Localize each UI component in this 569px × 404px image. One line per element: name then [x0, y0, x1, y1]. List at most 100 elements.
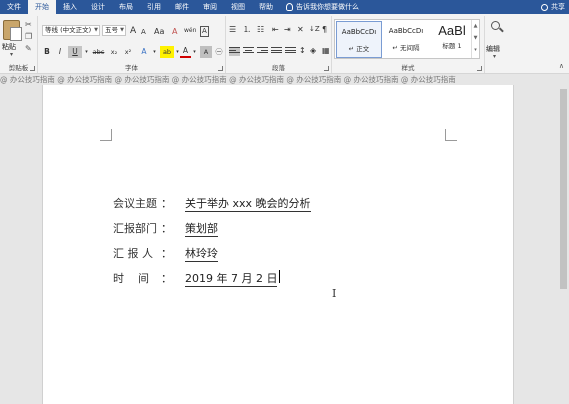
scrollbar-thumb[interactable] — [560, 89, 567, 289]
font-group-label: 字体 — [125, 64, 138, 72]
text-effects-dropdown-icon[interactable]: ▾ — [152, 46, 157, 58]
style-heading-1-name: 标题 1 — [442, 42, 462, 50]
align-center-icon[interactable] — [243, 47, 254, 56]
clipboard-launcher-icon[interactable] — [30, 66, 35, 71]
document-page[interactable]: 会议主题 ： 关于举办 xxx 晚会的分析 汇报部门 ： 策划部 汇 报 人 ：… — [42, 85, 514, 404]
increase-indent-icon[interactable]: ⇥ — [284, 24, 291, 35]
tab-mailings[interactable]: 邮件 — [168, 0, 196, 14]
font-color-dropdown-icon[interactable]: ▾ — [192, 46, 197, 58]
align-right-icon[interactable] — [257, 47, 268, 56]
tab-layout[interactable]: 布局 — [112, 0, 140, 14]
underline-button[interactable]: U — [68, 46, 82, 58]
time-value[interactable]: 2019 年 7 月 2 日 — [185, 271, 278, 287]
font-name-value: 等线 (中文正文) — [45, 26, 92, 34]
format-painter-icon[interactable]: ✎ — [25, 44, 32, 54]
sort-icon[interactable]: ↓Z — [309, 24, 320, 35]
copy-icon[interactable]: ❐ — [25, 32, 32, 42]
time-label: 时 间 — [113, 272, 149, 285]
department-label: 汇报部门 — [113, 222, 157, 235]
line-spacing-icon[interactable]: ↕ — [299, 45, 306, 56]
style-normal[interactable]: AaBbCcDı ↵ 正文 — [336, 21, 382, 58]
tell-me-search[interactable]: 告诉我你想要做什么 — [286, 2, 359, 12]
style-no-spacing[interactable]: AaBbCcDı ↵ 无间隔 — [383, 21, 429, 58]
change-case-icon[interactable]: Aa — [154, 26, 164, 37]
ribbon: 粘贴 ▾ ✂ ❐ ✎ 剪贴板 等线 (中文正文) ▼ 五号 ▼ A A Aa A… — [0, 14, 569, 74]
scroll-down-icon[interactable]: ▼ — [474, 35, 478, 41]
multilevel-list-icon[interactable]: ☷ — [257, 24, 264, 35]
style-heading-1[interactable]: AaBl 标题 1 — [429, 21, 475, 58]
paragraph-group: ☰ ⒈ ☷ ⇤ ⇥ ✕ ↓Z ¶ ↕ ◈ ▦ 段落 — [226, 16, 332, 73]
bullets-icon[interactable]: ☰ — [229, 24, 236, 35]
department-value[interactable]: 策划部 — [185, 221, 218, 237]
style-normal-name: ↵ 正文 — [348, 45, 370, 53]
editing-dropdown-icon: ▾ — [493, 53, 497, 60]
tab-review[interactable]: 审阅 — [196, 0, 224, 14]
topic-colon: ： — [161, 197, 172, 210]
font-color-icon[interactable]: A — [180, 46, 191, 58]
watermark-strip: @ 办公技巧指南 @ 办公技巧指南 @ 办公技巧指南 @ 办公技巧指南 @ 办公… — [0, 75, 456, 84]
subscript-button[interactable]: x₂ — [108, 46, 120, 58]
paste-dropdown-icon[interactable]: ▾ — [10, 51, 13, 58]
paragraph-launcher-icon[interactable] — [324, 66, 329, 71]
chevron-down-icon: ▼ — [94, 27, 98, 33]
justify-icon[interactable] — [271, 47, 282, 56]
font-name-combo[interactable]: 等线 (中文正文) ▼ — [42, 25, 100, 36]
ibeam-cursor-icon: I — [332, 287, 337, 300]
tab-file[interactable]: 文件 — [0, 0, 28, 14]
character-border-icon[interactable]: A — [200, 26, 209, 37]
text-effects-icon[interactable]: A — [138, 46, 150, 58]
scroll-up-icon[interactable]: ▲ — [474, 23, 478, 29]
reporter-label: 汇 报 人 — [113, 247, 153, 260]
crop-mark-top-left — [100, 129, 112, 141]
vertical-scrollbar[interactable] — [558, 85, 569, 404]
superscript-button[interactable]: x² — [122, 46, 134, 58]
grow-font-icon[interactable]: A — [130, 26, 136, 37]
numbering-icon[interactable]: ⒈ — [243, 24, 251, 35]
editing-group[interactable]: 编辑 ▾ — [485, 16, 507, 73]
show-marks-icon[interactable]: ¶ — [322, 24, 327, 35]
gallery-scroll[interactable]: ▲ ▼ ▾ — [471, 20, 479, 58]
tab-references[interactable]: 引用 — [140, 0, 168, 14]
reporter-colon: ： — [161, 247, 172, 260]
shrink-font-icon[interactable]: A — [141, 27, 146, 38]
more-styles-icon[interactable]: ▾ — [474, 47, 477, 53]
distributed-icon[interactable] — [285, 47, 296, 56]
enclose-characters-icon[interactable]: ㊀ — [214, 46, 224, 58]
shading-icon[interactable]: ◈ — [310, 45, 316, 56]
tab-home[interactable]: 开始 — [28, 0, 56, 14]
chinese-layout-icon[interactable]: ✕ — [297, 24, 304, 35]
tab-design[interactable]: 设计 — [84, 0, 112, 14]
tab-help[interactable]: 帮助 — [252, 0, 280, 14]
font-launcher-icon[interactable] — [218, 66, 223, 71]
share-button[interactable]: 共享 — [541, 0, 565, 14]
share-label: 共享 — [551, 3, 565, 11]
styles-gallery: AaBbCcDı ↵ 正文 AaBbCcDı ↵ 无间隔 AaBl 标题 1 ▲… — [334, 19, 480, 59]
tell-me-text: 告诉我你想要做什么 — [296, 3, 359, 11]
align-left-icon[interactable] — [229, 47, 240, 56]
font-size-value: 五号 — [105, 26, 118, 34]
underline-dropdown-icon[interactable]: ▾ — [84, 46, 89, 58]
decrease-indent-icon[interactable]: ⇤ — [272, 24, 279, 35]
clear-formatting-icon[interactable]: A — [172, 26, 177, 37]
topic-value[interactable]: 关于举办 xxx 晚会的分析 — [185, 196, 311, 212]
tab-insert[interactable]: 插入 — [56, 0, 84, 14]
italic-button[interactable]: I — [55, 46, 65, 58]
paste-icon[interactable] — [3, 20, 22, 41]
collapse-ribbon-icon[interactable]: ∧ — [559, 62, 564, 70]
strikethrough-button[interactable]: abc — [91, 46, 106, 58]
font-group: 等线 (中文正文) ▼ 五号 ▼ A A Aa A wén A B I U ▾ … — [38, 16, 226, 73]
borders-icon[interactable]: ▦ — [322, 45, 330, 56]
topic-label: 会议主题 — [113, 197, 157, 210]
style-normal-sample: AaBbCcDı — [341, 28, 377, 36]
font-size-combo[interactable]: 五号 ▼ — [102, 25, 126, 36]
character-shading-icon[interactable]: A — [200, 46, 212, 58]
cut-icon[interactable]: ✂ — [25, 20, 32, 30]
person-icon — [541, 3, 548, 11]
highlight-color-icon[interactable]: ab — [160, 46, 174, 58]
phonetic-guide-icon[interactable]: wén — [184, 25, 196, 36]
bold-button[interactable]: B — [42, 46, 52, 58]
paste-button-label[interactable]: 粘贴 — [2, 42, 16, 52]
styles-launcher-icon[interactable] — [477, 66, 482, 71]
tab-view[interactable]: 视图 — [224, 0, 252, 14]
reporter-value[interactable]: 林玲玲 — [185, 246, 218, 262]
